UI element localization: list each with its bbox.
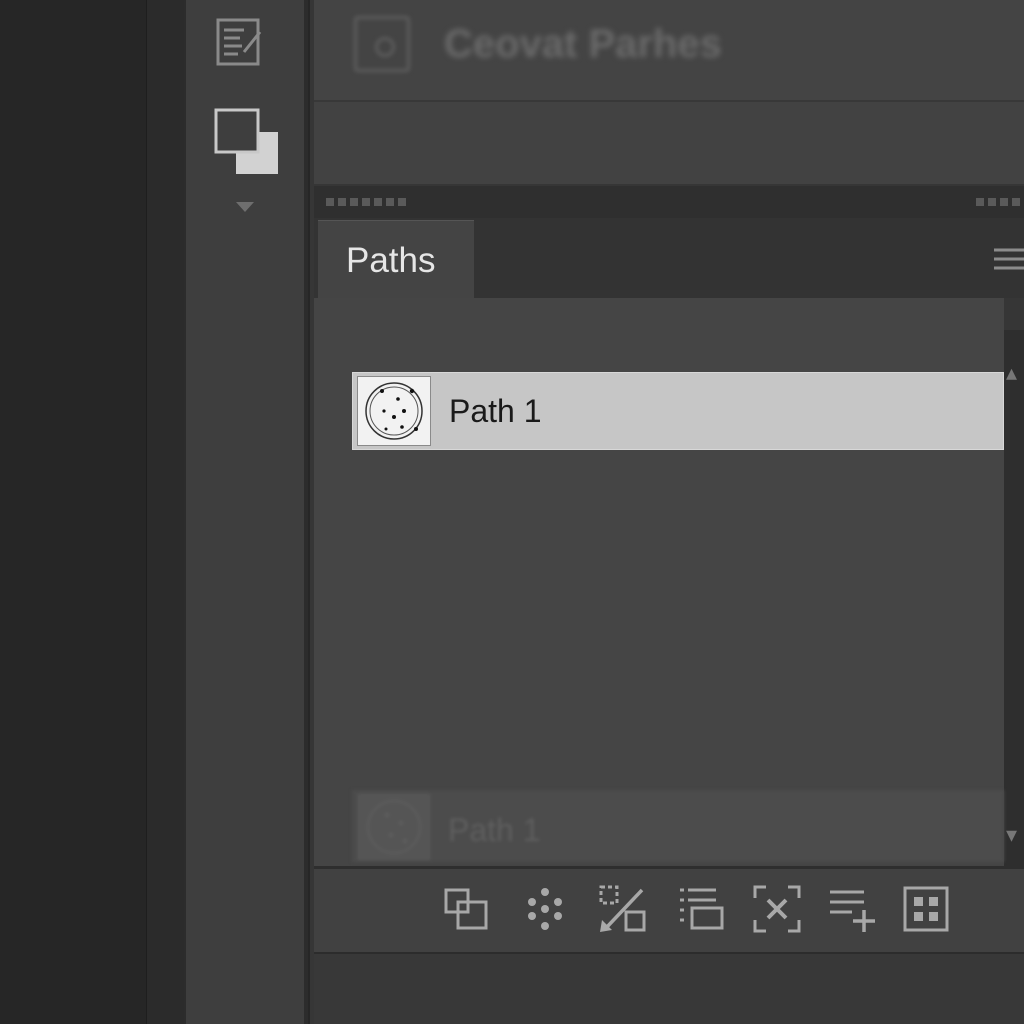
panel-menu-icon[interactable]	[990, 244, 1024, 274]
tab-paths-label: Paths	[346, 241, 436, 280]
load-path-as-selection-icon[interactable]	[598, 884, 648, 934]
top-panel-title: Ceovat Parhes	[444, 22, 722, 66]
panel-grip-bar[interactable]	[314, 186, 1024, 218]
panel-footer	[314, 952, 1024, 1024]
grip-handle-right[interactable]	[976, 198, 1024, 206]
path-thumbnail-icon	[365, 382, 423, 440]
ghost-path-name: Path 1	[448, 812, 541, 848]
ghost-thumbnail	[358, 794, 430, 860]
grip-handle-left[interactable]	[326, 198, 406, 206]
path-thumbnail	[357, 376, 431, 446]
scrollbar[interactable]	[1004, 330, 1024, 866]
scroll-down-arrow-icon[interactable]: ▾	[1006, 822, 1017, 848]
scroll-up-arrow-icon[interactable]: ▴	[1006, 360, 1017, 386]
path-row-drag-ghost: Path 1	[352, 790, 1004, 862]
panel-icon	[354, 16, 410, 72]
top-panel-body	[314, 102, 1024, 184]
add-mask-icon[interactable]	[752, 884, 802, 934]
foreground-background-color-icon[interactable]	[212, 106, 282, 178]
stroke-path-icon[interactable]	[520, 884, 570, 934]
path-row[interactable]: Path 1	[352, 372, 1004, 450]
chevron-down-icon[interactable]	[234, 200, 256, 214]
fill-path-icon[interactable]	[442, 884, 492, 934]
ghost-thumbnail-icon	[367, 800, 421, 854]
tab-paths[interactable]: Paths	[318, 220, 474, 298]
make-work-path-icon[interactable]	[676, 884, 726, 934]
path-name: Path 1	[449, 393, 542, 429]
edit-document-icon[interactable]	[214, 18, 266, 66]
delete-path-icon[interactable]	[902, 884, 952, 934]
canvas-area[interactable]	[0, 0, 146, 1024]
canvas-edge	[146, 0, 185, 1024]
new-path-icon[interactable]	[828, 884, 878, 934]
